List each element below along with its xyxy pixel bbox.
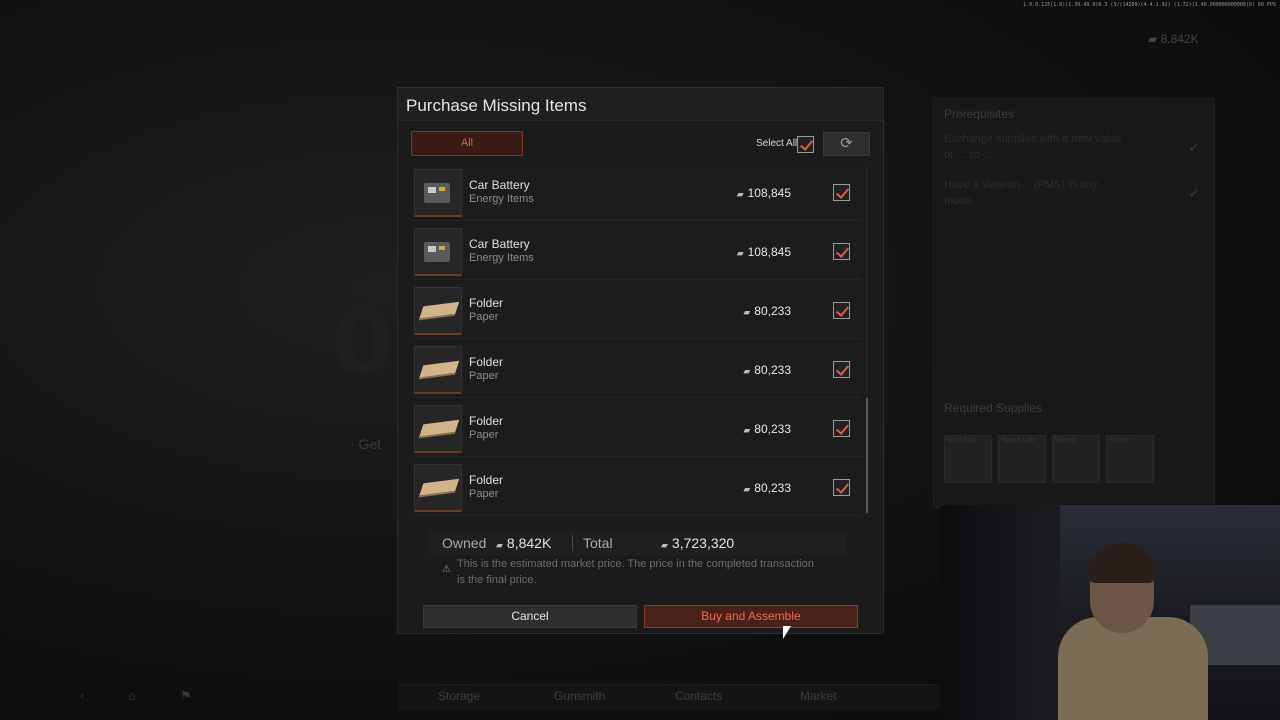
item-category: Paper: [469, 311, 499, 323]
currency-icon: ▰: [743, 307, 751, 317]
fps-counter: 1.0.0.125(1.0)(1.30.49.0)0.3 (3/(14209)(…: [1023, 2, 1276, 8]
item-category: Energy Items: [469, 193, 534, 205]
supply-slot: Gold Cup: [944, 435, 992, 483]
check-icon: ✓: [1188, 185, 1200, 201]
car-battery-icon: [414, 169, 462, 217]
currency-icon: ▰: [736, 189, 744, 199]
total-value: ▰ 3,723,320: [661, 535, 735, 551]
list-item: Folder Paper ▰ 80,233: [413, 284, 861, 339]
item-category: Energy Items: [469, 252, 534, 264]
prerequisites-title: Prerequisites: [944, 107, 1015, 121]
refresh-button[interactable]: ⟳: [823, 132, 870, 156]
owned-value: ▰ 8,842K: [496, 535, 552, 551]
supply-slot: Battery: [1052, 435, 1100, 483]
item-name: Car Battery: [469, 237, 530, 251]
folder-icon: [414, 346, 462, 394]
currency-icon: ▰: [661, 540, 668, 550]
folder-icon: [414, 464, 462, 512]
currency-icon: ▰: [736, 248, 744, 258]
item-checkbox[interactable]: [833, 243, 850, 260]
tab-all[interactable]: All: [411, 131, 523, 156]
nav-storage[interactable]: Storage: [438, 689, 480, 703]
warning-icon: ⚠: [442, 564, 451, 575]
total-label: Total: [583, 535, 613, 551]
summary-bar: [428, 531, 846, 555]
currency-icon: ▰: [743, 484, 751, 494]
select-all-checkbox[interactable]: [797, 136, 814, 153]
home-icon[interactable]: ⌂: [128, 688, 136, 703]
item-name: Folder: [469, 296, 504, 310]
currency-display: ▰ 8.842K: [1148, 32, 1199, 46]
list-item: Folder Paper ▰ 80,233: [413, 402, 861, 457]
item-name: Folder: [469, 473, 504, 487]
item-checkbox[interactable]: [833, 184, 850, 201]
back-icon[interactable]: ‹: [80, 688, 84, 703]
dialog-header: Purchase Missing Items: [398, 88, 883, 121]
divider: [572, 535, 573, 551]
currency-icon: ▰: [496, 540, 503, 550]
currency-icon: ▰: [743, 366, 751, 376]
nav-gunsmith[interactable]: Gunsmith: [554, 689, 605, 703]
item-price: ▰ 80,233: [743, 481, 791, 495]
check-icon: ✓: [1188, 139, 1200, 155]
supply-slot: Space Lab: [998, 435, 1046, 483]
owned-label: Owned: [442, 535, 487, 551]
item-price: ▰ 108,845: [736, 186, 791, 200]
item-category: Paper: [469, 488, 499, 500]
required-supplies-title: Required Supplies: [944, 401, 1043, 415]
purchase-missing-items-dialog: Purchase Missing Items All Select All ⟳ …: [397, 87, 884, 634]
folder-icon: [414, 405, 462, 453]
item-category: Paper: [469, 429, 499, 441]
select-all-label: Select All: [756, 138, 798, 149]
nav-contacts[interactable]: Contacts: [675, 689, 722, 703]
list-item: Folder Paper ▰ 80,233: [413, 461, 861, 516]
item-price: ▰ 80,233: [743, 363, 791, 377]
dialog-title: Purchase Missing Items: [406, 96, 587, 115]
cancel-button[interactable]: Cancel: [423, 605, 637, 628]
item-category: Paper: [469, 370, 499, 382]
bottom-navigation: ‹ ⌂ ⚑ Storage Gunsmith Contacts Market: [0, 684, 1280, 710]
list-item: Folder Paper ▰ 80,233: [413, 343, 861, 398]
currency-icon: ▰: [743, 425, 751, 435]
flag-icon[interactable]: ⚑: [180, 688, 192, 704]
mouse-cursor-icon: [783, 626, 791, 639]
currency-icon: ▰: [1148, 32, 1161, 46]
item-name: Folder: [469, 414, 504, 428]
supply-slot: Folder: [1106, 435, 1154, 483]
prerequisite-line: Exchange supplies with a total value of …: [944, 133, 1122, 161]
item-name: Car Battery: [469, 178, 530, 192]
item-name: Folder: [469, 355, 504, 369]
item-checkbox[interactable]: [833, 420, 850, 437]
nav-market[interactable]: Market: [800, 689, 837, 703]
item-checkbox[interactable]: [833, 479, 850, 496]
refresh-icon: ⟳: [840, 135, 853, 152]
item-checkbox[interactable]: [833, 302, 850, 319]
background-get-text: · Get: [350, 436, 382, 452]
prerequisite-line: Have a Veteran… (PMS) in any mode: [944, 179, 1098, 207]
item-list: Car Battery Energy Items ▰ 108,845 Car Ba…: [413, 166, 861, 516]
list-item: Car Battery Energy Items ▰ 108,845: [413, 166, 861, 221]
item-checkbox[interactable]: [833, 361, 850, 378]
folder-icon: [414, 287, 462, 335]
scrollbar-thumb[interactable]: [866, 398, 868, 513]
price-disclaimer: This is the estimated market price. The …: [457, 558, 814, 586]
car-battery-icon: [414, 228, 462, 276]
buy-and-assemble-button[interactable]: Buy and Assemble: [644, 605, 858, 628]
item-price: ▰ 108,845: [736, 245, 791, 259]
prerequisites-panel: Prerequisites Exchange supplies with a t…: [933, 98, 1215, 508]
item-price: ▰ 80,233: [743, 304, 791, 318]
supplies-slots: Gold Cup Space Lab Battery Folder: [944, 435, 1154, 483]
list-item: Car Battery Energy Items ▰ 108,845: [413, 225, 861, 280]
item-price: ▰ 80,233: [743, 422, 791, 436]
